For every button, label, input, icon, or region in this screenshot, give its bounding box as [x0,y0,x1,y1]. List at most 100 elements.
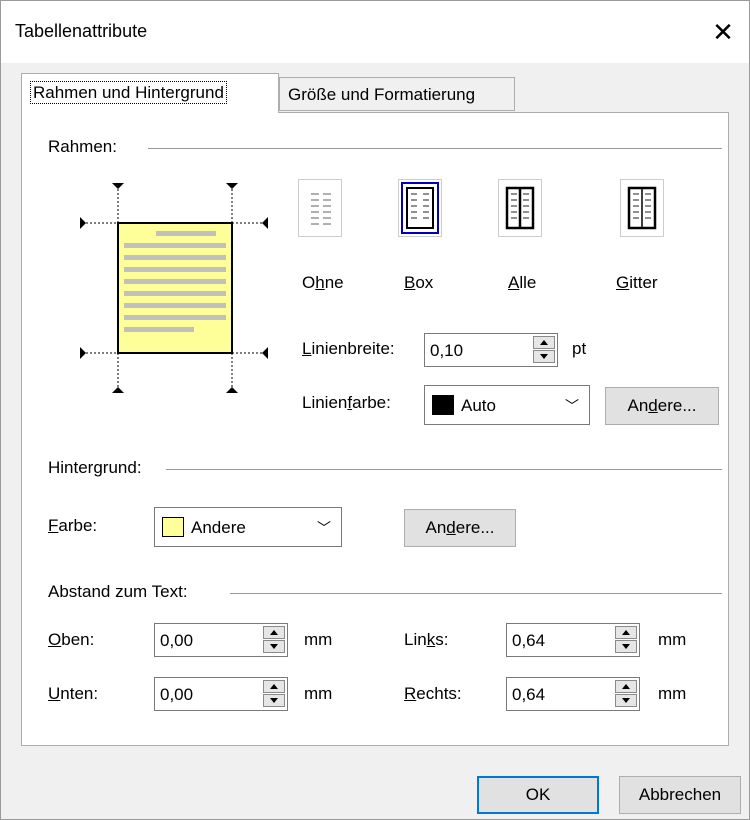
close-icon[interactable]: ✕ [706,15,740,49]
label-part: s: [435,630,449,649]
label-part: ox [415,273,434,292]
label-accel: h [315,273,325,292]
background-other-button[interactable]: Andere... [404,509,516,547]
label-accel: F [48,516,59,535]
label-part: echts: [416,684,462,703]
arrow-up-icon [622,684,630,689]
spacing-top-value: 0,00 [160,631,194,650]
spacing-right-stepper[interactable]: 0,64 [506,677,640,711]
label-accel: G [616,273,630,292]
cancel-button[interactable]: Abbrechen [619,776,741,814]
border-none-icon [311,193,331,225]
line-width-stepper[interactable]: 0,10 [424,333,558,367]
border-grid-label: Gitter [616,273,658,293]
tab-border-background[interactable]: Rahmen und Hintergrund [21,73,279,113]
preview-text-line [124,315,226,320]
decrement-button[interactable] [533,350,555,363]
border-group-label: Rahmen: [48,137,121,157]
arrow-up-icon [270,630,278,635]
label-accel: A [508,273,520,292]
border-none-label: Ohne [302,273,344,293]
chevron-down-icon: ﹀ [317,520,331,536]
increment-button[interactable] [615,626,637,639]
spinner-buttons [263,680,285,708]
line-color-other-button[interactable]: Andere... [605,387,719,425]
color-swatch [162,517,184,537]
spacing-left-stepper[interactable]: 0,64 [506,623,640,657]
label-accel: d [446,518,456,537]
spacing-top-unit: mm [304,630,333,649]
group-separator [230,593,722,594]
label-accel: O [48,630,62,649]
spacing-right-unit: mm [658,684,687,703]
border-all-label: Alle [508,273,536,293]
label-part: arbe: [352,393,391,412]
spacing-bottom-value: 0,00 [160,685,194,704]
label-part: An [627,396,649,415]
preview-text-line [124,327,194,332]
preview-text-line [124,267,226,272]
border-none-button[interactable] [298,179,342,237]
decrement-button[interactable] [615,694,637,707]
tab-label: Rahmen und Hintergrund [30,81,227,104]
border-grid-icon [627,186,657,230]
arrow-up-icon [540,340,548,345]
chevron-down-icon: ﹀ [565,398,579,414]
label-part: ben: [61,630,95,649]
increment-button[interactable] [263,680,285,693]
spinner-buttons [615,626,637,654]
label-part: lle [519,273,537,292]
tab-size-format[interactable]: Größe und Formatierung [279,77,515,111]
decrement-button[interactable] [263,640,285,653]
border-all-button[interactable] [498,179,542,237]
arrow-up-icon [622,630,630,635]
border-box-button[interactable] [398,179,442,237]
line-color-dropdown[interactable]: Auto ﹀ [424,385,590,425]
spacing-left-value: 0,64 [512,631,546,650]
title-bar: Tabellenattribute ✕ [1,1,749,63]
line-width-unit: pt [572,339,587,358]
spacing-bottom-stepper[interactable]: 0,00 [154,677,288,711]
background-color-label: Farbe: [48,516,97,536]
background-color-dropdown[interactable]: Andere ﹀ [154,507,342,547]
preview-text-line [124,291,226,296]
spacing-right-label: Rechts: [404,684,462,704]
group-separator [148,148,722,149]
label-part: ere... [657,396,697,415]
border-grid-button[interactable] [620,179,664,237]
arrow-down-icon [270,644,278,649]
color-swatch [432,395,454,415]
preview-text-line [124,303,226,308]
preview-text-line [124,255,226,260]
increment-button[interactable] [615,680,637,693]
arrow-down-icon [622,644,630,649]
group-separator [166,469,722,470]
line-width-value: 0,10 [430,341,464,360]
label-part: Linien [302,393,348,412]
border-preview[interactable] [72,173,282,403]
spacing-bottom-unit: mm [304,684,333,703]
arrow-down-icon [622,698,630,703]
tab-panel: Rahmen: Ohne Box Alle Gitter Linienbreit… [21,112,729,746]
spinner-buttons [263,626,285,654]
label-part: An [425,518,447,537]
decrement-button[interactable] [615,640,637,653]
spacing-group-label: Abstand zum Text: [48,582,192,602]
spacing-top-stepper[interactable]: 0,00 [154,623,288,657]
arrow-down-icon [270,698,278,703]
dialog-window: Tabellenattribute ✕ Rahmen und Hintergru… [0,0,750,820]
arrow-up-icon [270,684,278,689]
spacing-left-label: Links: [404,630,448,650]
label-part: arbe: [58,516,98,535]
decrement-button[interactable] [263,694,285,707]
dialog-title: Tabellenattribute [15,21,148,41]
border-box-label: Box [404,273,433,293]
ok-button[interactable]: OK [477,776,599,814]
spacing-right-value: 0,64 [512,685,546,704]
increment-button[interactable] [533,336,555,349]
label-accel: R [404,684,417,703]
spinner-buttons [615,680,637,708]
increment-button[interactable] [263,626,285,639]
border-box-icon [401,182,439,234]
line-color-label: Linienfarbe: [302,393,391,413]
